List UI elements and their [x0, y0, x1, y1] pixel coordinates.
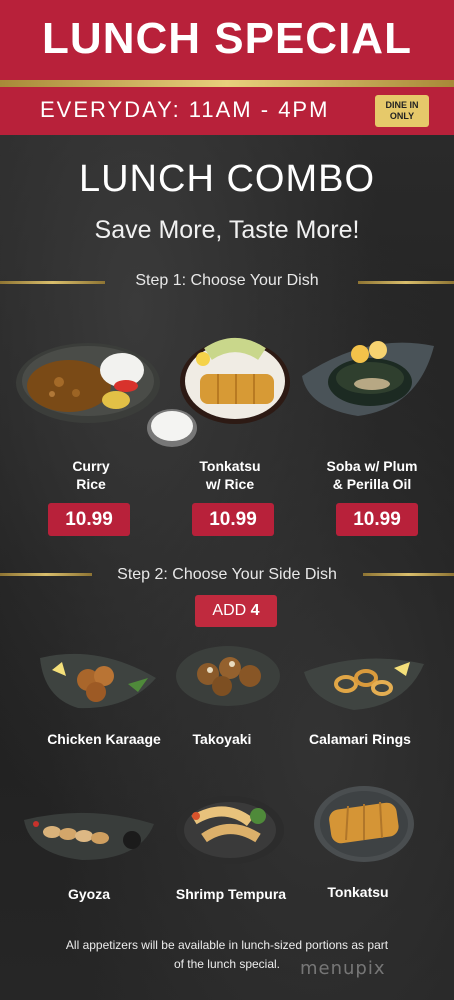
dine-in-badge: DINE IN ONLY — [375, 95, 429, 127]
dish-name-curry-rice: Curry Rice — [45, 457, 137, 493]
step1-label: Step 1: Choose Your Dish — [135, 272, 319, 289]
side-name-takoyaki: Takoyaki — [192, 731, 252, 747]
footer-note-line1: All appetizers will be available in lunc… — [65, 938, 389, 952]
gyoza-image — [24, 812, 154, 860]
dine-in-badge-line1: DINE IN — [385, 100, 419, 110]
add-price-amount: 4 — [250, 602, 260, 619]
dine-in-badge-line2: ONLY — [389, 111, 415, 121]
add-price-badge: ADD 4 — [195, 595, 277, 627]
dish-name-soba: Soba w/ Plum & Perilla Oil — [310, 457, 434, 493]
calamari-rings-image — [304, 658, 424, 710]
dish-name-line2: w/ Rice — [205, 476, 255, 492]
price-curry-rice: 10.99 — [48, 503, 130, 536]
tonkatsu-rice-image — [180, 338, 290, 424]
dish-name-tonkatsu-rice: Tonkatsu w/ Rice — [183, 457, 277, 493]
side-name-gyoza: Gyoza — [67, 886, 110, 902]
curry-rice-image — [16, 343, 160, 423]
shrimp-tempura-image — [176, 796, 284, 864]
chicken-karaage-image — [40, 653, 156, 709]
soba-image — [302, 341, 434, 416]
side-name-shrimp-tempura: Shrimp Tempura — [175, 886, 287, 902]
add-price-prefix: ADD — [212, 602, 247, 619]
dish-name-line2: & Perilla Oil — [332, 476, 412, 492]
side-name-chicken-karaage: Chicken Karaage — [47, 731, 161, 747]
combo-subtitle: Save More, Taste More! — [94, 216, 360, 244]
combo-title: LUNCH COMBO — [78, 158, 376, 200]
watermark-logo: menupix — [300, 958, 386, 979]
header-gold-divider — [0, 80, 454, 87]
side-name-calamari-rings: Calamari Rings — [309, 731, 411, 747]
dish-name-line2: Rice — [76, 476, 106, 492]
dish-name-line1: Curry — [72, 458, 110, 474]
dish-name-line1: Soba w/ Plum — [326, 458, 418, 474]
dish-name-line1: Tonkatsu — [199, 458, 261, 474]
price-tonkatsu-rice: 10.99 — [192, 503, 274, 536]
page-title: LUNCH SPECIAL — [42, 14, 412, 63]
hours-text: EVERYDAY: 11AM - 4PM — [40, 97, 330, 122]
tonkatsu-side-image — [314, 786, 414, 862]
takoyaki-image — [176, 646, 280, 706]
side-name-tonkatsu: Tonkatsu — [327, 884, 389, 900]
step2-label: Step 2: Choose Your Side Dish — [117, 566, 337, 583]
price-soba: 10.99 — [336, 503, 418, 536]
